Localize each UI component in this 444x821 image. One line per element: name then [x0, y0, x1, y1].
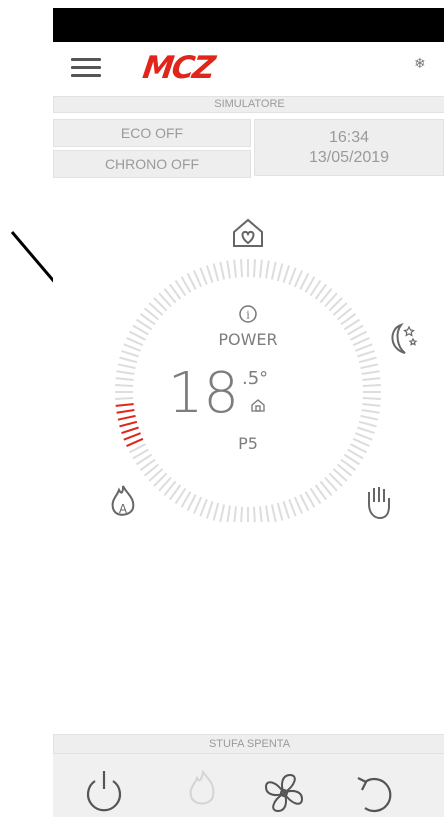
- dial-tick: [121, 349, 139, 358]
- dial-tick: [126, 437, 144, 448]
- app-screen: MCZ ❄ SIMULATORE ECO OFF CHRONO OFF 16:3…: [53, 42, 444, 817]
- dial-tick: [115, 377, 134, 381]
- dial-tick: [276, 502, 284, 521]
- dial-tick: [116, 370, 135, 375]
- dial-tick: [253, 506, 256, 522]
- dial-tick: [117, 363, 136, 370]
- dial-tick: [360, 414, 379, 421]
- temperature-value: 18: [168, 361, 239, 426]
- dial-tick: [270, 261, 277, 280]
- dial-tick: [288, 499, 297, 517]
- dial-tick: [240, 506, 243, 522]
- dial-tick: [362, 403, 381, 407]
- dial-tick: [226, 260, 231, 279]
- flame-icon[interactable]: [189, 769, 215, 805]
- dial-ticks: [115, 259, 381, 522]
- dial-tick: [361, 370, 380, 375]
- home-heart-icon[interactable]: [233, 218, 263, 247]
- power-icon[interactable]: [86, 771, 122, 812]
- mode-label: POWER: [218, 330, 277, 349]
- dial-tick: [186, 494, 197, 511]
- dial-tick: [299, 273, 310, 290]
- fan-icon[interactable]: [264, 773, 304, 813]
- dial-tick: [355, 432, 373, 441]
- dial-tick: [361, 409, 380, 414]
- dial-tick: [115, 384, 134, 387]
- reset-icon[interactable]: [357, 777, 392, 813]
- dial-tick: [362, 397, 381, 400]
- dial-tick: [282, 501, 291, 519]
- dial-tick: [192, 496, 203, 514]
- dial-tick: [117, 414, 136, 421]
- hand-icon[interactable]: [368, 487, 390, 520]
- dial-tick: [282, 265, 291, 283]
- dial-tick: [121, 426, 139, 435]
- flame-a-icon[interactable]: A: [111, 485, 135, 516]
- dial-tick: [226, 505, 231, 522]
- dial-tick: [233, 259, 237, 278]
- dial-tick: [123, 432, 141, 441]
- dial-tick: [199, 267, 208, 285]
- dial-tick: [293, 496, 304, 514]
- dial-tick: [265, 260, 270, 279]
- dial-tick: [123, 343, 141, 352]
- power-level-label: P5: [238, 434, 258, 453]
- dial-tick: [212, 502, 220, 521]
- dial-tick: [119, 420, 138, 428]
- dial-tick: [199, 499, 208, 517]
- dial-tick: [265, 505, 270, 522]
- dial-tick: [240, 259, 243, 278]
- dial-tick: [253, 259, 256, 278]
- footer-toolbar: [53, 754, 444, 817]
- thermostat-dial[interactable]: A i POWER 18 .5° P5: [53, 42, 444, 522]
- dial-tick: [233, 506, 237, 522]
- svg-text:i: i: [246, 309, 250, 322]
- dial-tick: [362, 384, 381, 387]
- dial-tick: [219, 261, 226, 280]
- dial-tick: [205, 501, 214, 519]
- dial-tick: [212, 263, 220, 282]
- info-icon[interactable]: i: [239, 305, 257, 323]
- dial-tick: [115, 403, 134, 407]
- dial-tick: [259, 506, 263, 522]
- dial-tick: [192, 270, 203, 288]
- dial-tick: [362, 377, 381, 381]
- dial-tick: [350, 330, 367, 341]
- dial-tick: [186, 273, 197, 290]
- dial-tick: [115, 397, 134, 400]
- dial-tick: [352, 437, 370, 448]
- dial-tick: [360, 363, 379, 370]
- dial-tick: [126, 336, 144, 347]
- home-small-icon: [251, 399, 265, 412]
- dial-tick: [259, 259, 263, 278]
- dial-tick: [129, 330, 146, 341]
- dial-tick: [357, 426, 375, 435]
- dial-tick: [293, 270, 304, 288]
- dial-tick: [119, 356, 138, 364]
- dial-tick: [350, 443, 367, 454]
- dial-tick: [358, 420, 377, 428]
- dial-tick: [357, 349, 375, 358]
- dial-tick: [355, 343, 373, 352]
- moon-stars-icon[interactable]: [391, 323, 418, 354]
- dial-tick: [288, 267, 297, 285]
- svg-text:A: A: [119, 502, 128, 516]
- stove-status-bar: STUFA SPENTA: [53, 734, 444, 754]
- temperature-decimal: .5°: [242, 368, 268, 389]
- dial-tick: [129, 443, 146, 454]
- dial-tick: [358, 356, 377, 364]
- dial-tick: [299, 494, 310, 511]
- dial-tick: [276, 263, 284, 282]
- dial-tick: [205, 265, 214, 283]
- dial-tick: [352, 336, 370, 347]
- dial-tick: [219, 504, 226, 522]
- dial-tick: [116, 409, 135, 414]
- dial-tick: [270, 504, 277, 522]
